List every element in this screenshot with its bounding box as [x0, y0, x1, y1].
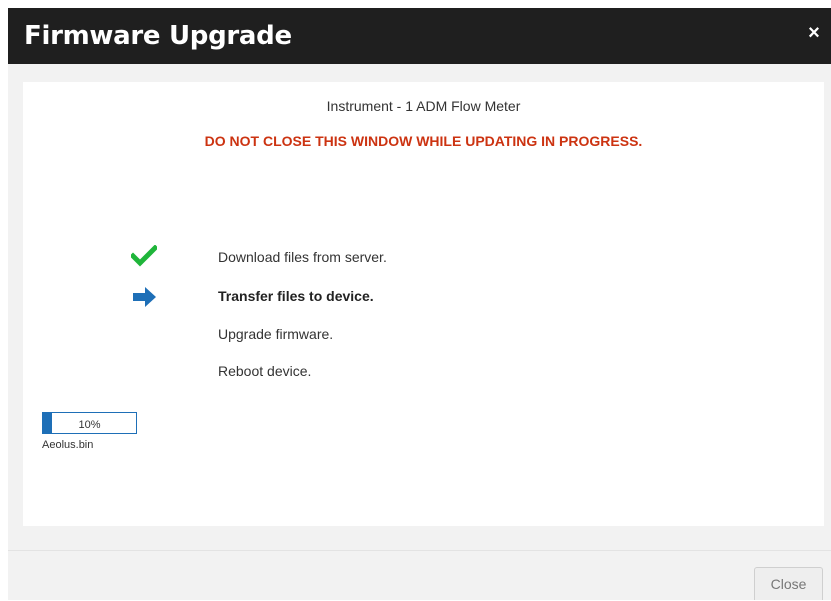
step-reboot: Reboot device.	[218, 363, 312, 379]
step-upgrade: Upgrade firmware.	[218, 326, 334, 342]
checkmark-icon	[131, 245, 157, 267]
arrow-right-icon	[133, 287, 156, 307]
progress-percent: 10%	[78, 419, 101, 431]
footer-divider	[8, 550, 831, 551]
close-button[interactable]: Close	[754, 567, 823, 600]
dialog-title: Firmware Upgrade	[24, 21, 292, 51]
dialog-body: Instrument - 1 ADM Flow Meter DO NOT CLO…	[23, 82, 824, 526]
dialog-header: Firmware Upgrade ×	[8, 8, 831, 64]
step-transfer: Transfer files to device.	[218, 288, 374, 304]
step-download: Download files from server.	[218, 249, 387, 265]
firmware-upgrade-dialog: Firmware Upgrade × Instrument - 1 ADM Fl…	[8, 8, 831, 600]
progress-bar: 10%	[42, 412, 137, 434]
instrument-name: Instrument - 1 ADM Flow Meter	[326, 98, 521, 114]
warning-message: DO NOT CLOSE THIS WINDOW WHILE UPDATING …	[204, 133, 643, 149]
progress-file-name: Aeolus.bin	[42, 439, 94, 451]
close-icon[interactable]: ×	[805, 22, 823, 44]
